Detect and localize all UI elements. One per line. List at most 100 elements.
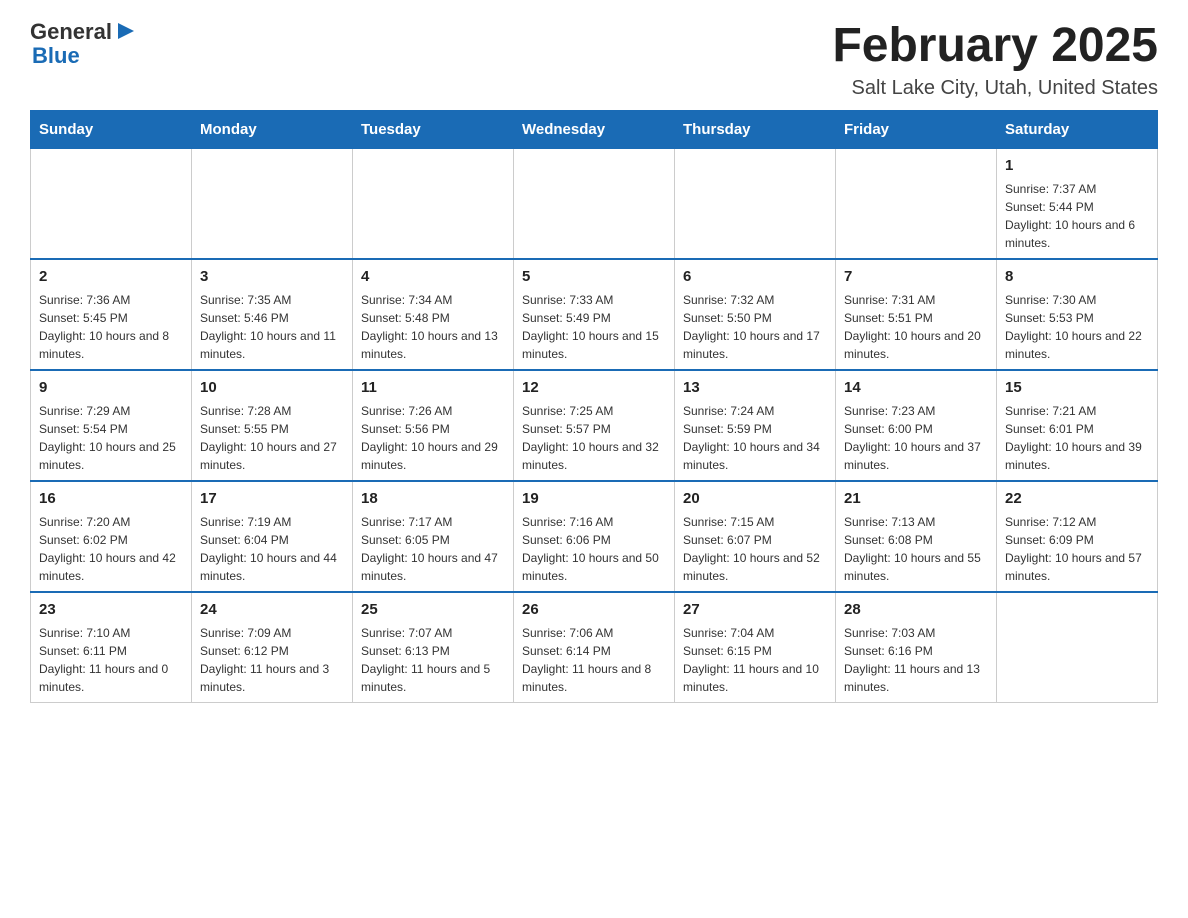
calendar-day-cell [675, 148, 836, 259]
day-number: 2 [39, 266, 183, 287]
day-number: 14 [844, 377, 988, 398]
day-info: Sunrise: 7:10 AM Sunset: 6:11 PM Dayligh… [39, 624, 183, 696]
calendar-week-row: 2 Sunrise: 7:36 AM Sunset: 5:45 PM Daylig… [31, 259, 1158, 370]
day-info: Sunrise: 7:24 AM Sunset: 5:59 PM Dayligh… [683, 402, 827, 474]
title-block: February 2025 Salt Lake City, Utah, Unit… [832, 20, 1158, 100]
calendar-day-cell [514, 148, 675, 259]
day-of-week-header: Sunday [31, 110, 192, 148]
day-number: 16 [39, 488, 183, 509]
day-number: 8 [1005, 266, 1149, 287]
day-info: Sunrise: 7:15 AM Sunset: 6:07 PM Dayligh… [683, 513, 827, 585]
day-info: Sunrise: 7:34 AM Sunset: 5:48 PM Dayligh… [361, 291, 505, 363]
calendar-day-cell [997, 592, 1158, 703]
logo-general-text: General [30, 20, 112, 44]
calendar-day-cell: 4 Sunrise: 7:34 AM Sunset: 5:48 PM Daylig… [353, 259, 514, 370]
page-header: General Blue February 2025 Salt Lake Cit… [30, 20, 1158, 100]
day-number: 13 [683, 377, 827, 398]
day-number: 1 [1005, 155, 1149, 176]
calendar-day-cell: 26Sunrise: 7:06 AM Sunset: 6:14 PM Dayli… [514, 592, 675, 703]
day-info: Sunrise: 7:37 AM Sunset: 5:44 PM Dayligh… [1005, 180, 1149, 252]
day-info: Sunrise: 7:20 AM Sunset: 6:02 PM Dayligh… [39, 513, 183, 585]
day-info: Sunrise: 7:13 AM Sunset: 6:08 PM Dayligh… [844, 513, 988, 585]
calendar-week-row: 16 Sunrise: 7:20 AM Sunset: 6:02 PM Dayli… [31, 481, 1158, 592]
day-of-week-header: Friday [836, 110, 997, 148]
calendar-day-cell: 20 Sunrise: 7:15 AM Sunset: 6:07 PM Dayli… [675, 481, 836, 592]
calendar-day-cell: 23Sunrise: 7:10 AM Sunset: 6:11 PM Dayli… [31, 592, 192, 703]
day-number: 10 [200, 377, 344, 398]
logo-flag-icon [114, 21, 136, 43]
day-info: Sunrise: 7:32 AM Sunset: 5:50 PM Dayligh… [683, 291, 827, 363]
calendar-day-cell: 5 Sunrise: 7:33 AM Sunset: 5:49 PM Daylig… [514, 259, 675, 370]
day-info: Sunrise: 7:26 AM Sunset: 5:56 PM Dayligh… [361, 402, 505, 474]
calendar-day-cell: 8 Sunrise: 7:30 AM Sunset: 5:53 PM Daylig… [997, 259, 1158, 370]
calendar-week-row: 23Sunrise: 7:10 AM Sunset: 6:11 PM Dayli… [31, 592, 1158, 703]
day-of-week-header: Saturday [997, 110, 1158, 148]
day-of-week-header: Monday [192, 110, 353, 148]
calendar-day-cell: 22Sunrise: 7:12 AM Sunset: 6:09 PM Dayli… [997, 481, 1158, 592]
day-info: Sunrise: 7:33 AM Sunset: 5:49 PM Dayligh… [522, 291, 666, 363]
day-number: 11 [361, 377, 505, 398]
calendar-day-cell [31, 148, 192, 259]
day-info: Sunrise: 7:28 AM Sunset: 5:55 PM Dayligh… [200, 402, 344, 474]
calendar-day-cell: 10 Sunrise: 7:28 AM Sunset: 5:55 PM Dayli… [192, 370, 353, 481]
calendar-day-cell: 12 Sunrise: 7:25 AM Sunset: 5:57 PM Dayli… [514, 370, 675, 481]
day-number: 21 [844, 488, 988, 509]
calendar-table: SundayMondayTuesdayWednesdayThursdayFrid… [30, 110, 1158, 703]
logo: General Blue [30, 20, 136, 68]
day-info: Sunrise: 7:16 AM Sunset: 6:06 PM Dayligh… [522, 513, 666, 585]
day-info: Sunrise: 7:03 AM Sunset: 6:16 PM Dayligh… [844, 624, 988, 696]
day-info: Sunrise: 7:36 AM Sunset: 5:45 PM Dayligh… [39, 291, 183, 363]
day-info: Sunrise: 7:07 AM Sunset: 6:13 PM Dayligh… [361, 624, 505, 696]
calendar-day-cell: 13 Sunrise: 7:24 AM Sunset: 5:59 PM Dayli… [675, 370, 836, 481]
day-number: 15 [1005, 377, 1149, 398]
day-number: 28 [844, 599, 988, 620]
day-number: 19 [522, 488, 666, 509]
day-number: 18 [361, 488, 505, 509]
day-number: 9 [39, 377, 183, 398]
calendar-day-cell: 28 Sunrise: 7:03 AM Sunset: 6:16 PM Dayli… [836, 592, 997, 703]
day-number: 17 [200, 488, 344, 509]
day-info: Sunrise: 7:29 AM Sunset: 5:54 PM Dayligh… [39, 402, 183, 474]
page-subtitle: Salt Lake City, Utah, United States [832, 77, 1158, 100]
calendar-day-cell [353, 148, 514, 259]
day-number: 20 [683, 488, 827, 509]
calendar-day-cell: 2 Sunrise: 7:36 AM Sunset: 5:45 PM Daylig… [31, 259, 192, 370]
day-number: 27 [683, 599, 827, 620]
day-info: Sunrise: 7:17 AM Sunset: 6:05 PM Dayligh… [361, 513, 505, 585]
calendar-day-cell [192, 148, 353, 259]
calendar-day-cell: 9 Sunrise: 7:29 AM Sunset: 5:54 PM Daylig… [31, 370, 192, 481]
calendar-week-row: 1 Sunrise: 7:37 AM Sunset: 5:44 PM Daylig… [31, 148, 1158, 259]
calendar-day-cell: 15 Sunrise: 7:21 AM Sunset: 6:01 PM Dayli… [997, 370, 1158, 481]
calendar-day-cell: 25 Sunrise: 7:07 AM Sunset: 6:13 PM Dayli… [353, 592, 514, 703]
day-info: Sunrise: 7:31 AM Sunset: 5:51 PM Dayligh… [844, 291, 988, 363]
day-of-week-header: Wednesday [514, 110, 675, 148]
day-number: 6 [683, 266, 827, 287]
day-of-week-header: Tuesday [353, 110, 514, 148]
day-info: Sunrise: 7:23 AM Sunset: 6:00 PM Dayligh… [844, 402, 988, 474]
calendar-week-row: 9 Sunrise: 7:29 AM Sunset: 5:54 PM Daylig… [31, 370, 1158, 481]
calendar-day-cell: 17Sunrise: 7:19 AM Sunset: 6:04 PM Dayli… [192, 481, 353, 592]
calendar-day-cell: 7 Sunrise: 7:31 AM Sunset: 5:51 PM Daylig… [836, 259, 997, 370]
day-number: 26 [522, 599, 666, 620]
calendar-day-cell: 24Sunrise: 7:09 AM Sunset: 6:12 PM Dayli… [192, 592, 353, 703]
calendar-header-row: SundayMondayTuesdayWednesdayThursdayFrid… [31, 110, 1158, 148]
calendar-day-cell: 18 Sunrise: 7:17 AM Sunset: 6:05 PM Dayli… [353, 481, 514, 592]
calendar-day-cell: 3Sunrise: 7:35 AM Sunset: 5:46 PM Daylig… [192, 259, 353, 370]
day-number: 3 [200, 266, 344, 287]
day-number: 12 [522, 377, 666, 398]
day-number: 22 [1005, 488, 1149, 509]
day-number: 25 [361, 599, 505, 620]
calendar-day-cell: 27 Sunrise: 7:04 AM Sunset: 6:15 PM Dayli… [675, 592, 836, 703]
day-info: Sunrise: 7:25 AM Sunset: 5:57 PM Dayligh… [522, 402, 666, 474]
day-number: 4 [361, 266, 505, 287]
calendar-day-cell: 19 Sunrise: 7:16 AM Sunset: 6:06 PM Dayli… [514, 481, 675, 592]
calendar-day-cell: 14 Sunrise: 7:23 AM Sunset: 6:00 PM Dayli… [836, 370, 997, 481]
day-info: Sunrise: 7:21 AM Sunset: 6:01 PM Dayligh… [1005, 402, 1149, 474]
day-number: 5 [522, 266, 666, 287]
day-number: 7 [844, 266, 988, 287]
day-info: Sunrise: 7:30 AM Sunset: 5:53 PM Dayligh… [1005, 291, 1149, 363]
calendar-day-cell: 6 Sunrise: 7:32 AM Sunset: 5:50 PM Daylig… [675, 259, 836, 370]
day-info: Sunrise: 7:09 AM Sunset: 6:12 PM Dayligh… [200, 624, 344, 696]
day-info: Sunrise: 7:04 AM Sunset: 6:15 PM Dayligh… [683, 624, 827, 696]
calendar-day-cell: 16 Sunrise: 7:20 AM Sunset: 6:02 PM Dayli… [31, 481, 192, 592]
